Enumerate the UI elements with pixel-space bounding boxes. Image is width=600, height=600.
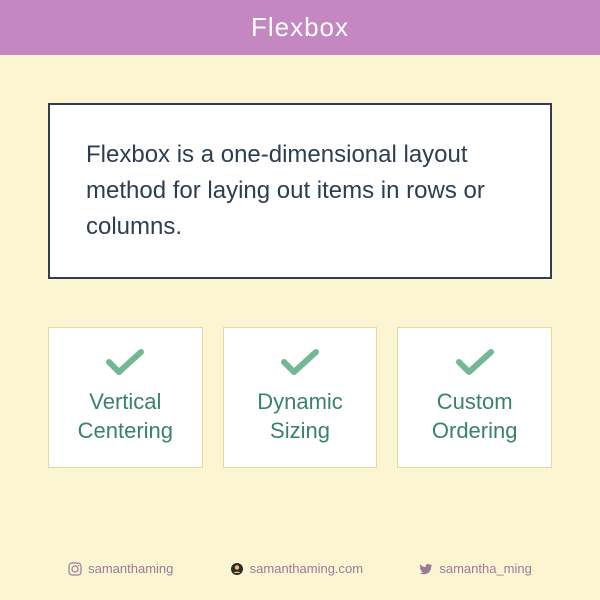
checkmark-icon [105,346,145,378]
feature-label: Custom Ordering [410,388,539,445]
social-twitter: samantha_ming [419,561,532,576]
social-instagram: samanthaming [68,561,173,576]
avatar-icon [230,562,244,576]
instagram-icon [68,562,82,576]
checkmark-icon [455,346,495,378]
twitter-handle: samantha_ming [439,561,532,576]
definition-text: Flexbox is a one-dimensional layout meth… [86,137,514,245]
instagram-handle: samanthaming [88,561,173,576]
checkmark-icon [280,346,320,378]
features-row: Vertical Centering Dynamic Sizing Custom… [48,327,552,468]
definition-box: Flexbox is a one-dimensional layout meth… [48,103,552,279]
twitter-icon [419,562,433,576]
website-url: samanthaming.com [250,561,363,576]
feature-box-vertical-centering: Vertical Centering [48,327,203,468]
social-website: samanthaming.com [230,561,363,576]
feature-box-dynamic-sizing: Dynamic Sizing [223,327,378,468]
feature-box-custom-ordering: Custom Ordering [397,327,552,468]
feature-label: Vertical Centering [61,388,190,445]
feature-label: Dynamic Sizing [236,388,365,445]
page-header: Flexbox [0,0,600,55]
page-title: Flexbox [251,12,349,42]
content-area: Flexbox is a one-dimensional layout meth… [0,55,600,531]
footer: samanthaming samanthaming.com samantha_m… [0,531,600,600]
